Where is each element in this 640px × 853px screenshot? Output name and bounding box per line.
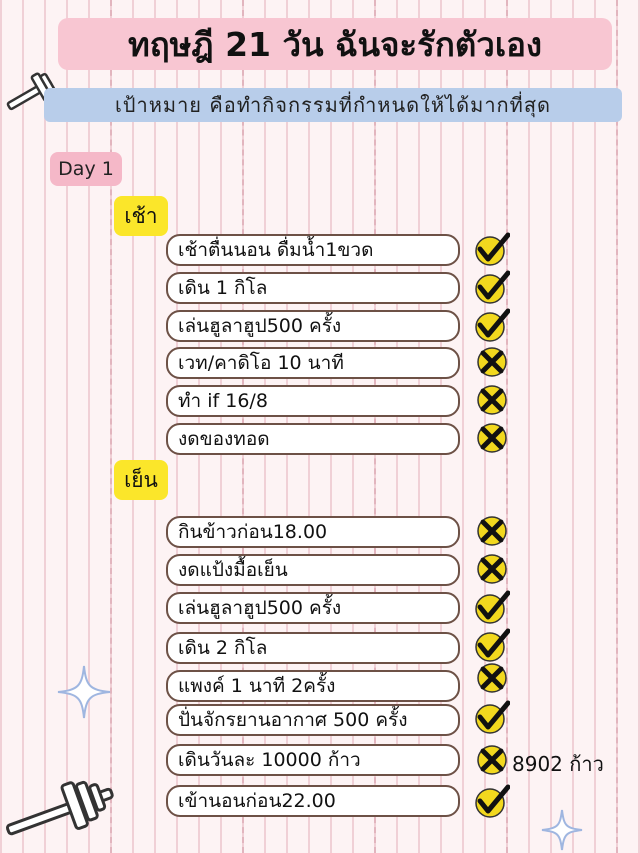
dumbbell-icon: [5, 780, 114, 836]
task-item: กินข้าวก่อน18.00: [166, 516, 460, 548]
status-mark: [474, 660, 510, 696]
cross-icon: [477, 516, 507, 546]
status-mark: [474, 699, 511, 735]
stripe-line: [110, 0, 112, 853]
check-icon: [475, 270, 511, 304]
task-item: เดิน 2 กิโล: [166, 632, 460, 664]
status-mark: [474, 589, 511, 625]
status-mark: [474, 742, 510, 778]
evening-badge: เย็น: [114, 460, 168, 500]
check-icon: [475, 700, 511, 734]
status-mark: [474, 627, 511, 663]
morning-badge: เช้า: [114, 196, 168, 236]
check-icon: [475, 590, 511, 624]
task-item: เดิน 1 กิโล: [166, 272, 460, 304]
cross-icon: [477, 423, 507, 453]
cross-icon: [477, 663, 507, 693]
task-item: เข้านอนก่อน22.00: [166, 785, 460, 817]
status-mark: [474, 231, 511, 267]
task-item: เดินวันละ 10000 ก้าว: [166, 744, 460, 776]
goal-banner: เป้าหมาย คือทำกิจกรรมที่กำหนดให้ได้มากที…: [44, 88, 622, 122]
task-item: เล่นฮูลาฮูป500 ครั้ง: [166, 592, 460, 624]
check-icon: [475, 232, 511, 266]
stripe-line: [616, 0, 618, 853]
status-mark: [474, 783, 511, 819]
status-mark: [474, 307, 511, 343]
task-item: เล่นฮูลาฮูป500 ครั้ง: [166, 310, 460, 342]
check-icon: [475, 628, 511, 662]
cross-icon: [477, 554, 507, 584]
sparkle-icon: [541, 809, 583, 851]
status-mark: [474, 269, 511, 305]
cross-icon: [477, 385, 507, 415]
status-mark: [474, 382, 510, 418]
page-title: ทฤษฎี 21 วัน ฉันจะรักตัวเอง: [58, 18, 612, 70]
task-item: แพงค์ 1 นาที 2ครั้ง: [166, 670, 460, 702]
cross-icon: [477, 745, 507, 775]
check-icon: [475, 308, 511, 342]
task-item: งดแป้งมื้อเย็น: [166, 554, 460, 586]
status-mark: [474, 344, 510, 380]
sparkle-icon: [57, 665, 111, 719]
status-mark: [474, 551, 510, 587]
step-count-note: 8902 ก้าว: [512, 752, 604, 776]
status-mark: [474, 513, 510, 549]
task-item: เวท/คาดิโอ 10 นาที: [166, 347, 460, 379]
check-icon: [475, 784, 511, 818]
status-mark: [474, 420, 510, 456]
cross-icon: [477, 347, 507, 377]
task-item: งดของทอด: [166, 423, 460, 455]
task-item: ปั่นจักรยานอากาศ 500 ครั้ง: [166, 704, 460, 736]
day-badge: Day 1: [50, 152, 122, 186]
task-item: เช้าตื่นนอน ดื่มน้ำ1ขวด: [166, 234, 460, 266]
task-item: ทำ if 16/8: [166, 385, 460, 417]
